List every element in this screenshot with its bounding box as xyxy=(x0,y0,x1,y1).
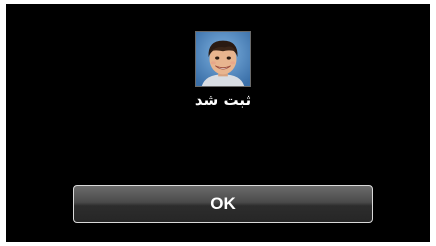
camera-screen: ثبت شد OK xyxy=(0,0,436,246)
status-message: ثبت شد xyxy=(194,91,252,109)
ok-button[interactable]: OK xyxy=(73,185,373,223)
child-face-icon xyxy=(196,32,250,86)
face-thumbnail xyxy=(195,31,251,87)
dialog-panel: ثبت شد OK xyxy=(6,4,430,242)
